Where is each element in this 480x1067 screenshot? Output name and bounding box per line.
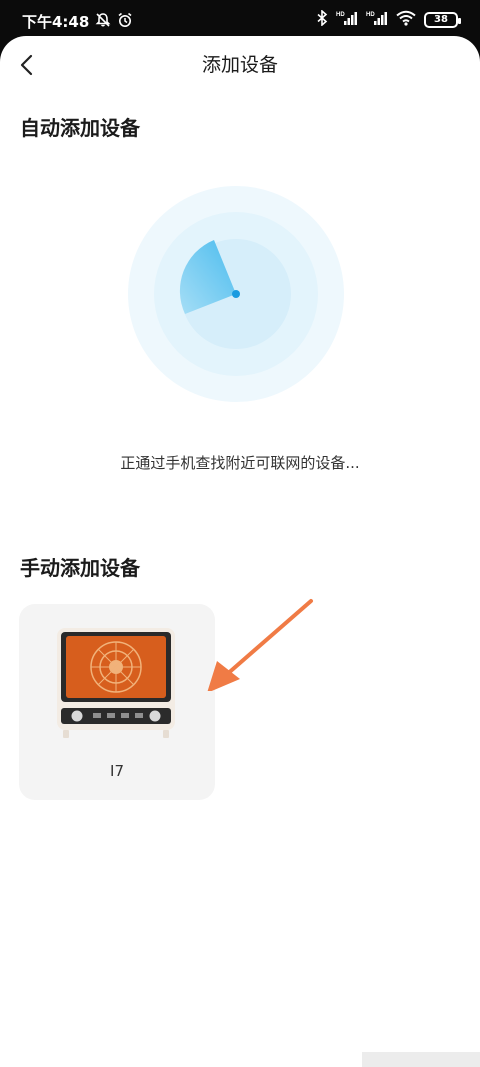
page-title: 添加设备 — [201, 54, 278, 76]
status-bar: 下午4:48 HD HD 38 — [0, 0, 480, 36]
watermark — [362, 1052, 480, 1067]
oven-icon — [57, 628, 175, 738]
auto-add-section-title: 自动添加设备 — [20, 116, 140, 140]
status-right: HD HD 38 — [316, 9, 461, 30]
wifi-icon — [396, 10, 416, 30]
signal-label-2: HD — [366, 12, 375, 18]
nav-bar: 添加设备 — [0, 36, 480, 92]
device-card-i7[interactable]: I7 — [19, 604, 215, 800]
scan-status-text: 正通过手机查找附近可联网的设备... — [120, 454, 360, 472]
status-left: 下午4:48 — [22, 11, 133, 32]
signal-icon: HD — [336, 10, 358, 30]
mute-bell-icon — [95, 12, 111, 32]
battery-level: 38 — [434, 14, 448, 25]
bluetooth-icon — [316, 9, 328, 30]
radar-center-dot — [232, 290, 240, 298]
manual-add-section-title: 手动添加设备 — [20, 556, 140, 580]
add-device-screen: 添加设备 自动添加设备 正通过手机查找附近可联网的设备... 手动添加设备 I7 — [0, 36, 480, 1067]
battery-icon: 38 — [424, 12, 461, 28]
alarm-icon — [117, 12, 133, 32]
status-time: 下午4:48 — [22, 13, 90, 31]
signal-icon-2: HD — [366, 10, 388, 30]
radar-scan-animation — [128, 186, 344, 402]
signal-label-1: HD — [336, 12, 345, 18]
annotation-arrow-icon — [207, 599, 313, 691]
device-name: I7 — [110, 762, 124, 780]
